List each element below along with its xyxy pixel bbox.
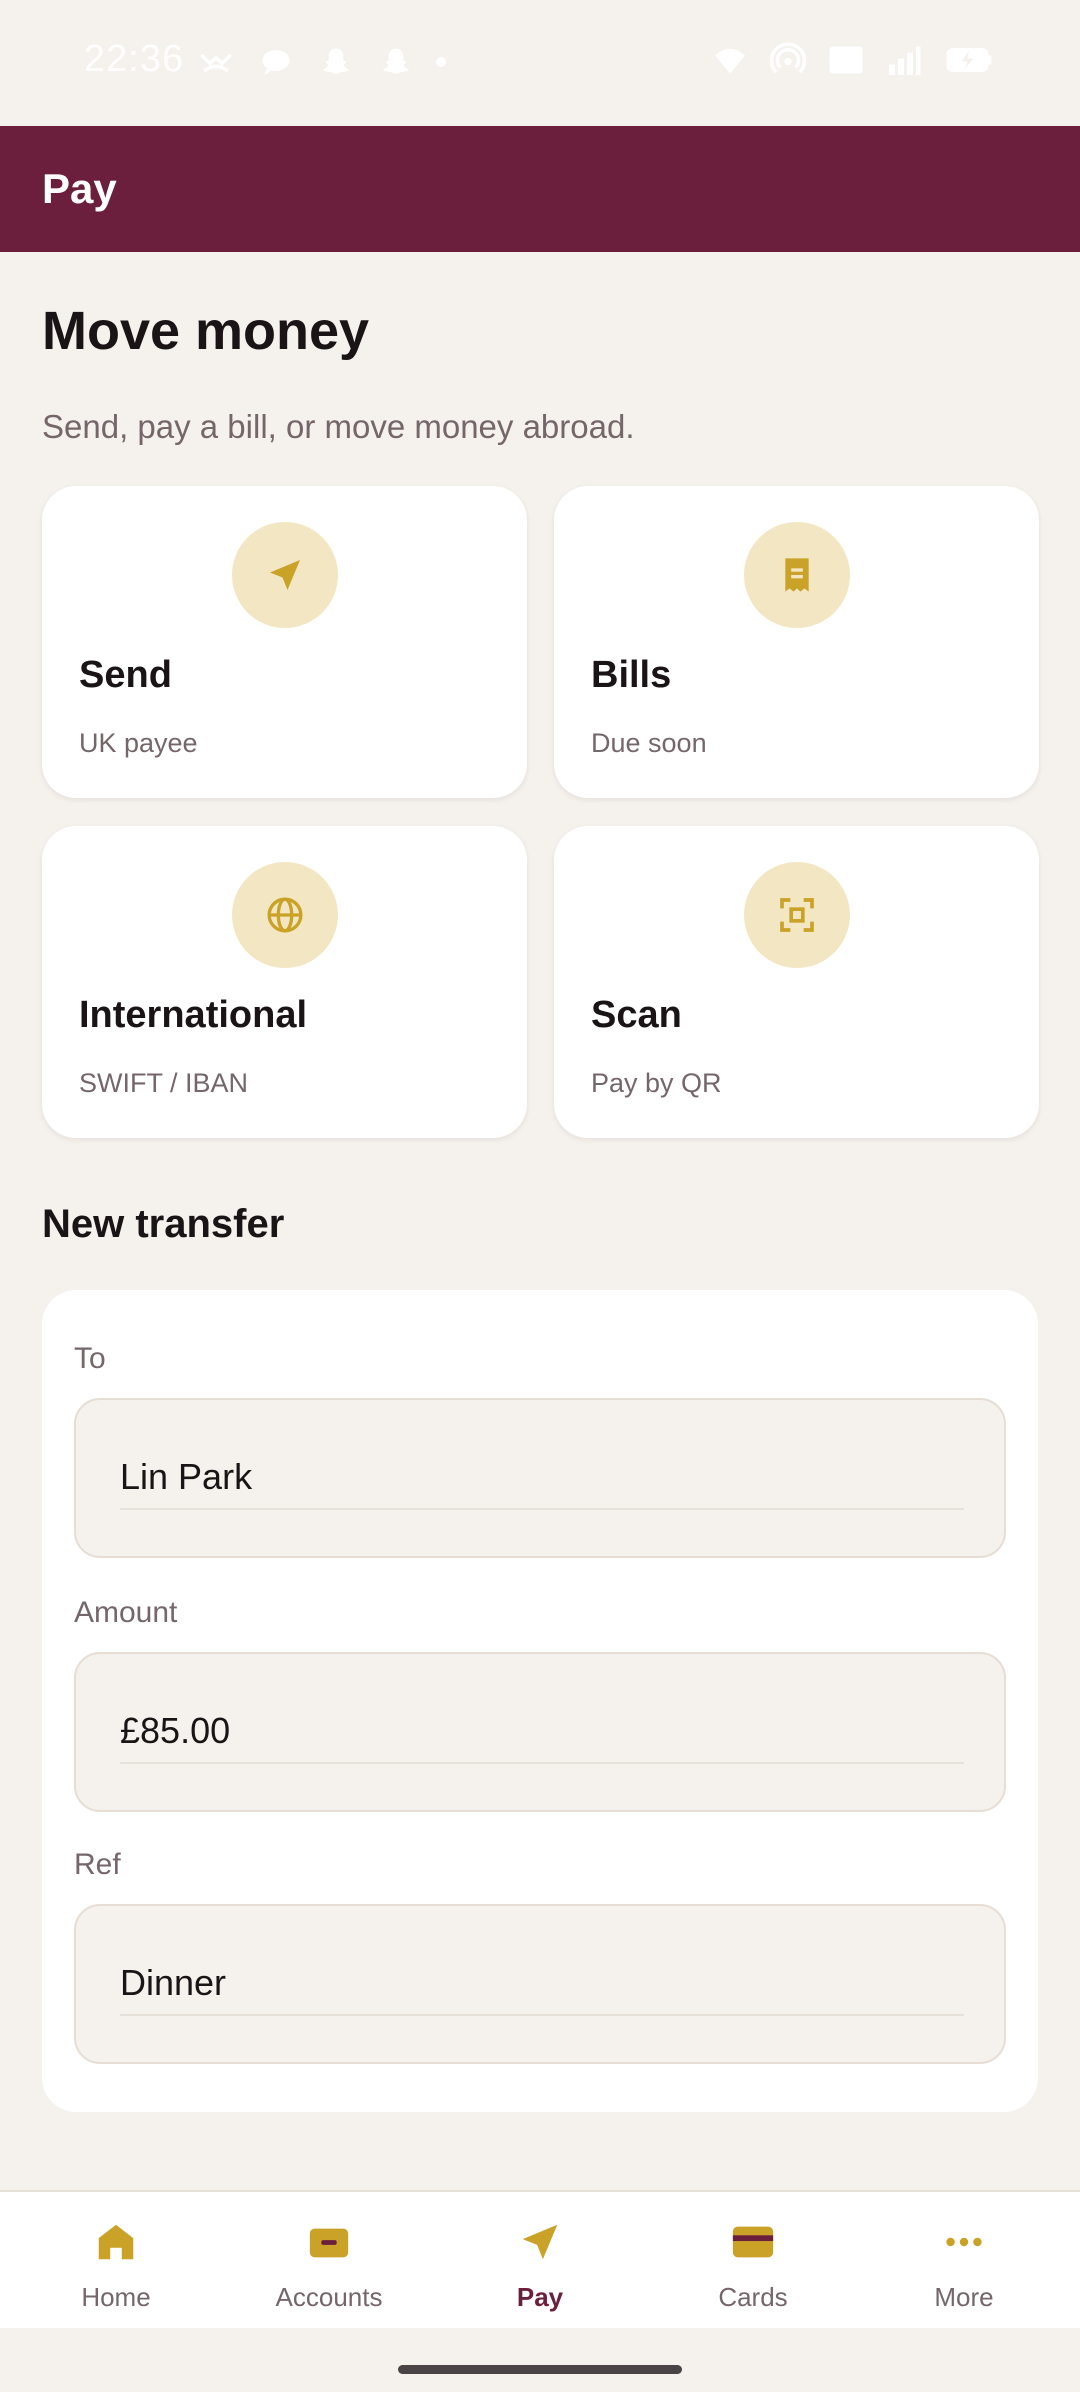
wifi-icon xyxy=(710,42,750,78)
tile-subtitle: Due soon xyxy=(591,728,707,758)
ref-value: Dinner xyxy=(120,1962,227,2003)
qr-scan-icon xyxy=(744,862,850,968)
battery-charging-icon xyxy=(942,42,996,78)
globe-icon xyxy=(232,862,338,968)
more-horizontal-icon xyxy=(940,2218,988,2266)
system-icons xyxy=(710,42,996,78)
amount-field[interactable]: £85.00 xyxy=(74,1652,1006,1812)
app-bar: Pay xyxy=(0,126,1080,252)
scan-tile[interactable]: Scan Pay by QR xyxy=(554,826,1039,1138)
volte-icon xyxy=(826,42,866,78)
field-underline xyxy=(120,2014,964,2016)
gesture-bar xyxy=(0,2328,1080,2392)
transfer-form: To Lin Park Amount £85.00 Ref Dinner xyxy=(42,1290,1038,2112)
nav-accounts[interactable]: Accounts xyxy=(221,2192,437,2330)
ref-label: Ref xyxy=(74,1848,121,1881)
bottom-nav: Home Accounts Pay Cards More xyxy=(0,2190,1080,2328)
tile-title: Bills xyxy=(591,654,672,696)
amount-value: £85.00 xyxy=(120,1710,231,1751)
chat-icon xyxy=(256,44,296,80)
page-title: Pay xyxy=(42,165,117,212)
section-title: Move money xyxy=(42,301,370,361)
tile-subtitle: Pay by QR xyxy=(591,1068,722,1098)
nav-label: Cards xyxy=(718,2282,788,2312)
tile-title: International xyxy=(79,994,308,1036)
nav-pay[interactable]: Pay xyxy=(432,2192,648,2330)
section-subtitle: Send, pay a bill, or move money abroad. xyxy=(42,408,635,445)
home-icon xyxy=(92,2218,140,2266)
bills-tile[interactable]: Bills Due soon xyxy=(554,486,1039,798)
nav-home[interactable]: Home xyxy=(8,2192,224,2330)
gesture-handle[interactable] xyxy=(398,2365,682,2374)
status-bar: 22:36 xyxy=(0,0,1080,126)
to-value: Lin Park xyxy=(120,1456,253,1497)
dot-icon xyxy=(436,57,446,67)
nav-more[interactable]: More xyxy=(856,2192,1072,2330)
tile-subtitle: UK payee xyxy=(79,728,198,758)
ref-field[interactable]: Dinner xyxy=(74,1904,1006,2064)
tile-title: Send xyxy=(79,654,172,696)
international-tile[interactable]: International SWIFT / IBAN xyxy=(42,826,527,1138)
field-underline xyxy=(120,1508,964,1510)
nav-label: Pay xyxy=(516,2282,564,2312)
field-underline xyxy=(120,1762,964,1764)
hotspot-icon xyxy=(768,42,808,78)
snapchat-icon xyxy=(316,44,356,80)
amount-label: Amount xyxy=(74,1596,178,1629)
status-time: 22:36 xyxy=(84,38,185,80)
notification-icons xyxy=(196,44,446,80)
nav-cards[interactable]: Cards xyxy=(645,2192,861,2330)
tile-title: Scan xyxy=(591,994,682,1036)
to-field[interactable]: Lin Park xyxy=(74,1398,1006,1558)
nav-label: More xyxy=(934,2282,994,2312)
nav-label: Home xyxy=(81,2282,151,2312)
snapchat-icon xyxy=(376,44,416,80)
receipt-icon xyxy=(744,522,850,628)
signal-icon xyxy=(884,42,924,78)
send-tile[interactable]: Send UK payee xyxy=(42,486,527,798)
to-label: To xyxy=(74,1342,106,1375)
tile-subtitle: SWIFT / IBAN xyxy=(79,1068,249,1098)
credit-card-icon xyxy=(729,2218,777,2266)
nav-label: Accounts xyxy=(275,2282,383,2312)
wallet-icon xyxy=(305,2218,353,2266)
missed-call-icon xyxy=(196,44,236,80)
new-transfer-title: New transfer xyxy=(42,1202,285,1246)
send-icon xyxy=(516,2218,564,2266)
send-icon xyxy=(232,522,338,628)
